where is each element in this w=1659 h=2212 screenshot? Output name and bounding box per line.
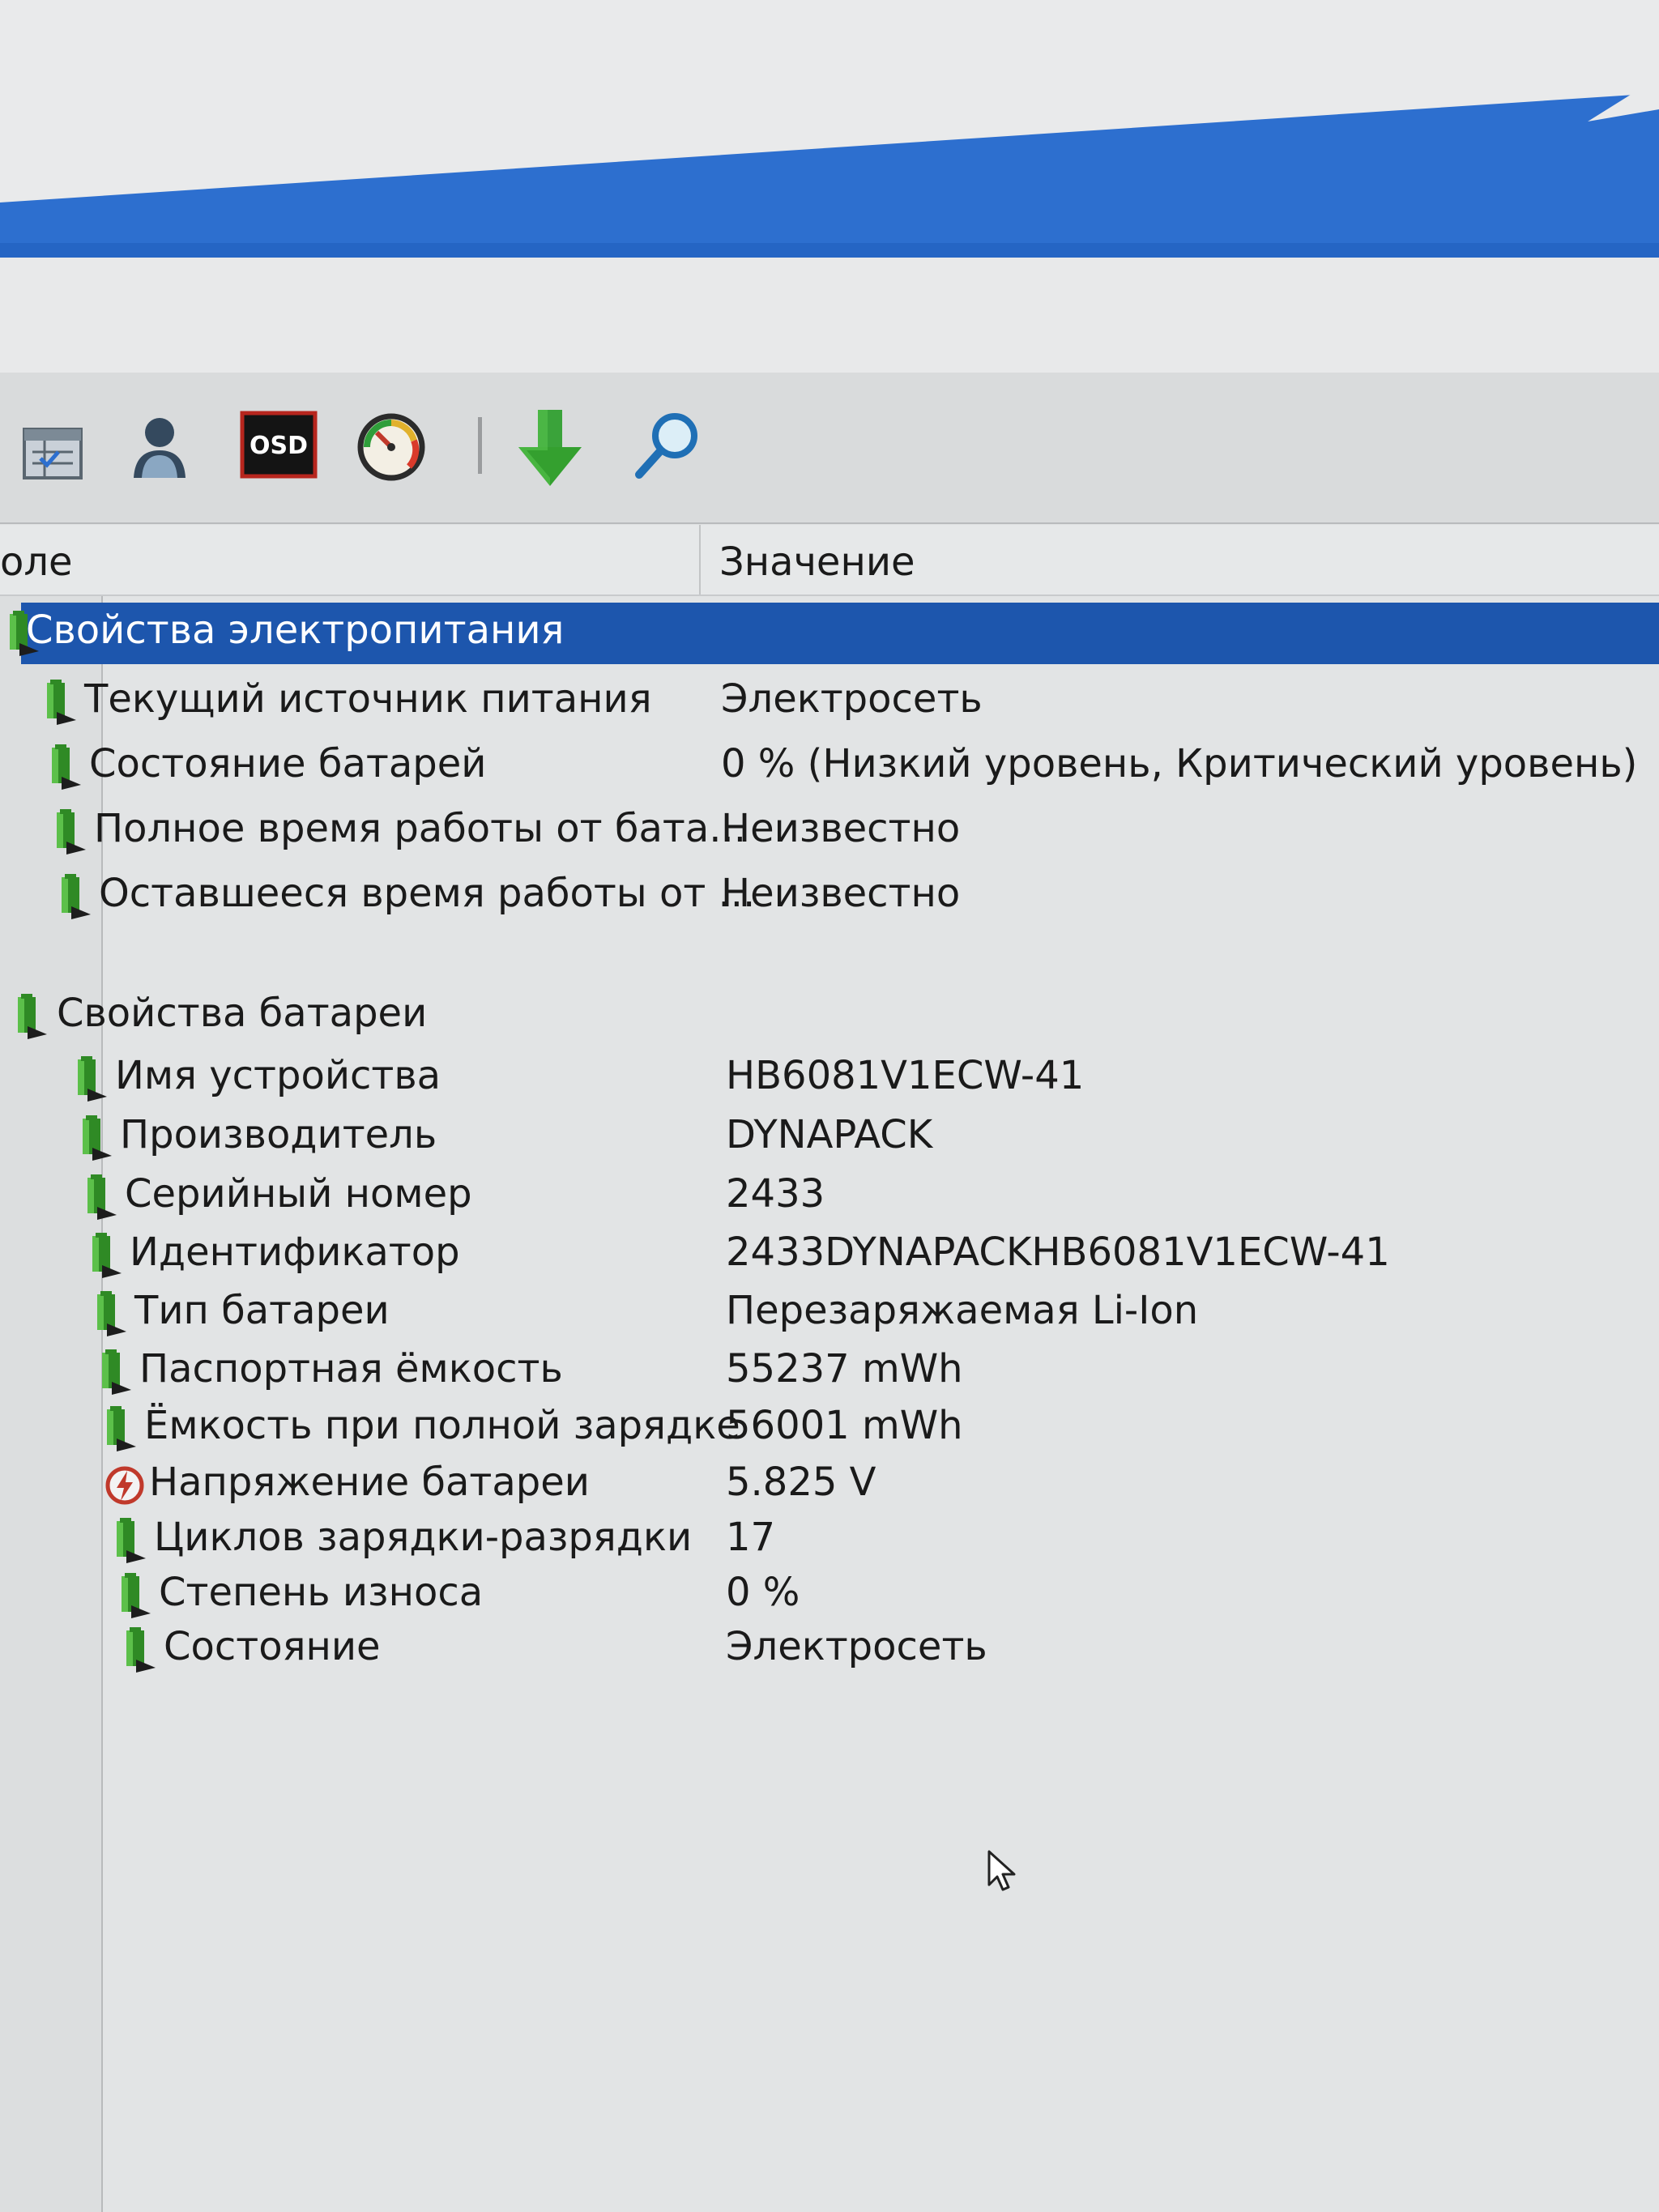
- row-label: Напряжение батареи: [149, 1460, 590, 1505]
- row-label: Тип батареи: [134, 1288, 390, 1333]
- battery-icon: [99, 1406, 141, 1451]
- row-label: Идентификатор: [130, 1230, 460, 1275]
- table-row[interactable]: Полное время работы от бата... Неизвестно: [0, 798, 1659, 863]
- battery-icon: [53, 874, 96, 919]
- row-label: Производитель: [120, 1112, 437, 1157]
- battery-icon: [70, 1056, 112, 1102]
- row-label: Состояние: [164, 1624, 381, 1669]
- group-title: Свойства электропитания: [26, 607, 565, 653]
- row-value: HB6081V1ECW-41: [726, 1053, 1085, 1098]
- battery-icon: [44, 744, 86, 790]
- row-value: Перезаряжаемая Li-Ion: [726, 1288, 1199, 1333]
- battery-icon: [113, 1573, 156, 1618]
- table-row[interactable]: Состояние батарей 0 % (Низкий уровень, Кр…: [0, 733, 1659, 798]
- user-icon[interactable]: [117, 405, 207, 494]
- row-value: Неизвестно: [721, 806, 961, 851]
- group-header[interactable]: Свойства батареи: [0, 982, 1659, 1047]
- toolbar-separator: [478, 417, 482, 474]
- row-label: Ёмкость при полной зарядке: [144, 1403, 740, 1448]
- row-value: 56001 mWh: [726, 1403, 963, 1448]
- column-header-field[interactable]: оле: [0, 539, 73, 585]
- gauge-icon[interactable]: [352, 405, 441, 494]
- battery-icon: [94, 1349, 136, 1395]
- row-value: 55237 mWh: [726, 1346, 963, 1392]
- table-row[interactable]: Паспортная ёмкость 55237 mWh: [0, 1338, 1659, 1403]
- osd-label: OSD: [249, 432, 308, 460]
- magnifier-icon[interactable]: [628, 405, 717, 494]
- download-arrow-icon[interactable]: [510, 405, 599, 494]
- table-row[interactable]: Имя устройства HB6081V1ECW-41: [0, 1045, 1659, 1110]
- row-label: Паспортная ёмкость: [139, 1346, 563, 1392]
- row-label: Степень износа: [159, 1570, 484, 1615]
- table-row[interactable]: Тип батареи Перезаряжаемая Li-Ion: [0, 1280, 1659, 1345]
- row-value: 5.825 V: [726, 1460, 876, 1505]
- table-row[interactable]: Состояние Электросеть: [0, 1616, 1659, 1681]
- row-label: Текущий источник питания: [84, 676, 652, 722]
- battery-icon: [109, 1518, 151, 1563]
- row-value: 0 % (Низкий уровень, Критический уровень…: [721, 741, 1638, 786]
- row-value: DYNAPACK: [726, 1112, 933, 1157]
- battery-icon: [89, 1291, 131, 1336]
- row-label: Серийный номер: [125, 1171, 472, 1217]
- column-header-value[interactable]: Значение: [719, 539, 915, 585]
- row-label: Циклов зарядки-разрядки: [154, 1515, 693, 1560]
- battery-icon: [39, 680, 81, 725]
- row-value: 0 %: [726, 1570, 800, 1615]
- row-label: Имя устройства: [115, 1053, 441, 1098]
- row-label: Состояние батарей: [89, 741, 487, 786]
- battery-icon: [10, 994, 52, 1039]
- table-row[interactable]: Производитель DYNAPACK: [0, 1104, 1659, 1169]
- column-divider[interactable]: [699, 525, 701, 595]
- row-value: 2433: [726, 1171, 825, 1217]
- row-value: Электросеть: [721, 676, 983, 722]
- window-titlebar: [0, 0, 1659, 267]
- battery-icon: [84, 1233, 126, 1278]
- table-row[interactable]: Текущий источник питания Электросеть: [0, 668, 1659, 733]
- row-value: Электросеть: [726, 1624, 987, 1669]
- table-row[interactable]: Оставшееся время работы от ... Неизвестно: [0, 863, 1659, 927]
- menu-area: [0, 258, 1659, 373]
- battery-icon: [118, 1627, 160, 1673]
- row-value: 2433DYNAPACKHB6081V1ECW-41: [726, 1230, 1390, 1275]
- toolbar: OSD: [0, 373, 1659, 524]
- row-label: Полное время работы от бата...: [94, 806, 747, 851]
- table-row[interactable]: Серийный номер 2433: [0, 1163, 1659, 1228]
- list-header: оле Значение: [0, 525, 1659, 596]
- group-header[interactable]: Свойства электропитания: [0, 599, 1659, 664]
- report-calendar-icon[interactable]: [8, 405, 97, 494]
- mouse-cursor-icon: [987, 1849, 1019, 1898]
- osd-icon[interactable]: OSD: [239, 405, 328, 494]
- battery-icon: [79, 1174, 122, 1220]
- row-value: Неизвестно: [721, 871, 961, 916]
- group-title: Свойства батареи: [57, 991, 428, 1036]
- row-label: Оставшееся время работы от ...: [99, 871, 756, 916]
- battery-icon: [49, 809, 91, 855]
- table-row[interactable]: Идентификатор 2433DYNAPACKHB6081V1ECW-41: [0, 1221, 1659, 1286]
- battery-icon: [75, 1115, 117, 1161]
- row-value: 17: [726, 1515, 776, 1560]
- voltage-icon: [104, 1463, 146, 1508]
- table-row[interactable]: Ёмкость при полной зарядке 56001 mWh: [0, 1395, 1659, 1460]
